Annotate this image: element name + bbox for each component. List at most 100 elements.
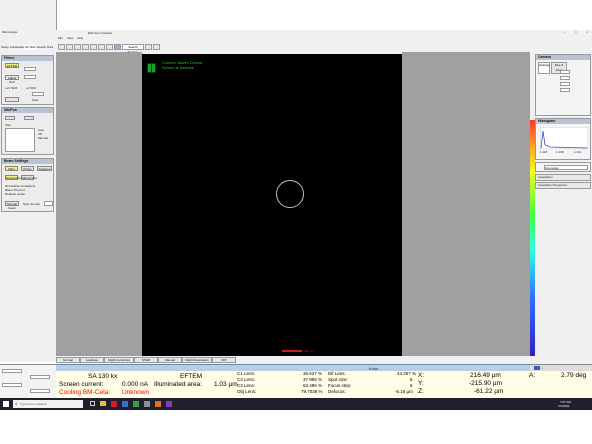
tab-flight-correction[interactable]: Flight Correction <box>104 357 134 363</box>
tab-flight-restoration[interactable]: Flight Restoration <box>182 357 212 363</box>
slit-button-1[interactable] <box>5 116 15 120</box>
beam-features-button[interactable]: Features <box>37 166 52 171</box>
slit-list[interactable] <box>5 128 35 152</box>
spot-number-input[interactable] <box>44 201 53 206</box>
menu-view[interactable]: View <box>67 36 73 41</box>
status-panel: SA 130 kx EFTEM Screen current: 0.000 nA… <box>56 371 592 398</box>
tab-lowdose[interactable]: Lowdose <box>80 357 104 363</box>
status-window-icon[interactable] <box>534 366 540 370</box>
toolbar-btn-6[interactable] <box>98 44 105 50</box>
beam-settings-panel: Beam Settings Filter Probe Features Nano… <box>1 158 54 212</box>
spot-number-label: Spot number <box>23 202 41 206</box>
beam-probe-button[interactable]: Probe <box>21 166 34 171</box>
eftem-button[interactable]: EFTEM <box>5 63 19 68</box>
app-icon-orange[interactable] <box>155 401 161 407</box>
beam-filter-button[interactable]: Filter <box>5 166 18 171</box>
app-icon-green[interactable] <box>133 401 139 407</box>
tab-normal[interactable]: Normal <box>56 357 80 363</box>
acquisition-props-title[interactable]: Acquisition Properties <box>536 183 590 187</box>
status-header-right-label: ▪ <box>542 366 544 370</box>
rotation-center-check[interactable]: Rotation center <box>5 192 25 196</box>
hist-label-3: 1.112 <box>574 150 582 154</box>
colorscale-select[interactable]: Grayscale <box>544 165 588 170</box>
main-window: EM User Interface – □ × File View Help S… <box>56 30 592 364</box>
screen-current-value: 0.000 nA <box>122 381 149 388</box>
toolbar-btn-9[interactable] <box>145 44 152 50</box>
stage-y-value: -215.90 µm <box>469 380 503 387</box>
menu-file[interactable]: File <box>58 36 63 41</box>
toolbar-btn-10[interactable] <box>153 44 160 50</box>
minimize-icon[interactable]: – <box>564 30 566 35</box>
maximize-icon[interactable]: □ <box>575 30 577 35</box>
search-position-button[interactable]: Search Position <box>122 44 144 54</box>
slit-radio-manual[interactable]: Manual <box>38 136 48 140</box>
menu-dark[interactable]: Dark <box>47 45 53 50</box>
histogram-panel: Histogram 1.118 1.108 1.112 <box>535 118 591 160</box>
shift-input[interactable] <box>32 92 44 96</box>
microprobe-button[interactable]: Microprobe <box>21 175 37 180</box>
filter-input-1[interactable] <box>24 67 36 71</box>
window-controls: – □ × <box>564 30 588 35</box>
slit-panel: Slit/Pos Size Auto Off Manual <box>1 107 54 155</box>
scale-bar-label: 200 nm <box>304 349 315 353</box>
left-app-menu: Setup Autoloader EFTEM Search Dark <box>1 45 55 50</box>
toolbar-btn-1[interactable] <box>58 44 65 50</box>
colorscale-panel: Grayscale <box>535 162 591 172</box>
stage-a-value: 2.79 deg <box>561 372 587 379</box>
toolbar-btn-3[interactable] <box>74 44 81 50</box>
filter-input-2[interactable] <box>24 75 36 79</box>
stage-a-label: A: <box>529 372 536 379</box>
scale-bar <box>282 350 302 352</box>
app-icon-purple[interactable] <box>166 401 172 407</box>
left-app-title: Microscope <box>2 30 18 34</box>
filter-panel-title: Filters <box>2 56 53 61</box>
menu-eftem[interactable]: EFTEM <box>25 45 36 50</box>
slit-button-2[interactable] <box>24 116 34 120</box>
stage-z-value: -61.22 µm <box>474 388 504 395</box>
taskbar-search-box[interactable]: ⚲ Type here to search <box>13 400 83 408</box>
normal-beam-button[interactable]: Normal beam <box>5 201 19 210</box>
cooling-label: Cooling BM-Ceta: <box>59 389 111 396</box>
menu-help[interactable]: Help <box>77 36 83 41</box>
camera-field-2[interactable] <box>560 76 570 80</box>
radio-ev-shift[interactable]: +eV Shift <box>5 86 17 90</box>
radio-z-shift[interactable]: +Z Shift <box>26 86 36 90</box>
file-explorer-icon[interactable] <box>100 401 106 406</box>
camera-tab-settings[interactable]: Settings <box>538 62 550 74</box>
filter-panel: Filters EFTEM Adjust ZLP +eV Shift +Z Sh… <box>1 55 54 105</box>
camera-field-1[interactable] <box>560 70 570 74</box>
tab-stem[interactable]: STEM <box>134 357 158 363</box>
toolbar-btn-4[interactable] <box>82 44 89 50</box>
toolbar-btn-8[interactable] <box>114 44 121 50</box>
lower-left-panel <box>0 364 56 399</box>
windows-start-icon[interactable] <box>3 401 9 407</box>
tab-fft[interactable]: FFT <box>212 357 236 363</box>
image-viewer[interactable]: Column Valves Closed Screen is inserted … <box>142 54 402 356</box>
app-icon-blue[interactable] <box>122 401 128 407</box>
shift-button[interactable] <box>5 97 19 102</box>
acquisition-panel: Acquisition <box>535 174 591 181</box>
adjust-zlp-button[interactable]: Adjust ZLP <box>5 75 19 84</box>
toolbar-btn-5[interactable] <box>90 44 97 50</box>
illuminated-area-value: 1.03 µm <box>214 381 238 388</box>
app-icon-gray[interactable] <box>144 401 150 407</box>
bottom-tabs: Normal Lowdose Flight Correction STEM Ma… <box>56 357 530 363</box>
taskbar-date[interactable]: 7/1/2021 <box>558 404 570 408</box>
toolbar-btn-7[interactable] <box>106 44 113 50</box>
menu-search[interactable]: Search <box>37 45 47 50</box>
menu-autoloader[interactable]: Autoloader <box>10 45 25 50</box>
lower-left-field-1 <box>2 369 22 373</box>
toolbar-btn-2[interactable] <box>66 44 73 50</box>
task-view-icon[interactable] <box>90 401 95 406</box>
close-icon[interactable]: × <box>586 30 588 35</box>
camera-field-4[interactable] <box>560 88 570 92</box>
histogram-plot <box>540 127 588 149</box>
camera-field-3[interactable] <box>560 82 570 86</box>
slit-panel-title: Slit/Pos <box>2 108 53 113</box>
app-icon-red[interactable] <box>111 401 117 407</box>
nanoprobe-button[interactable]: Nanoprobe <box>5 175 21 180</box>
acquisition-title[interactable]: Acquisition <box>536 175 590 179</box>
menu-setup[interactable]: Setup <box>1 45 9 50</box>
tab-manual[interactable]: Manual <box>158 357 182 363</box>
hist-label-1: 1.118 <box>540 150 548 154</box>
